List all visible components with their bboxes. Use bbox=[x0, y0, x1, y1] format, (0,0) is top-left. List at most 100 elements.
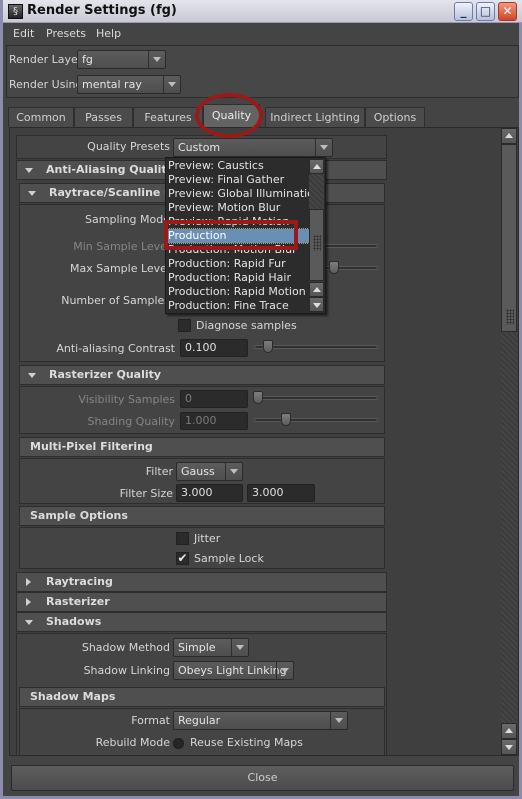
chevron-down-icon bbox=[163, 76, 180, 93]
menu-help[interactable]: Help bbox=[96, 27, 121, 40]
expanded-triangle-icon bbox=[28, 191, 36, 196]
vertical-scrollbar[interactable] bbox=[501, 128, 517, 755]
dropdown-scrollbar[interactable] bbox=[309, 159, 324, 312]
quality-presets-row: Quality Presets Custom bbox=[16, 135, 387, 159]
visibility-samples-label: Visibility Samples bbox=[78, 393, 175, 406]
collapsed-triangle-icon bbox=[26, 598, 31, 606]
menu-presets[interactable]: Presets bbox=[46, 27, 86, 40]
sample-options-panel: Jitter ✔ Sample Lock bbox=[19, 527, 385, 569]
section-sample-options: Sample Options bbox=[19, 506, 385, 526]
scroll-up-arrow-icon[interactable] bbox=[501, 723, 517, 739]
shading-quality-field[interactable]: 1.000 bbox=[180, 412, 248, 430]
shadow-method-label: Shadow Method bbox=[81, 641, 170, 654]
section-rasterizer[interactable]: Rasterizer bbox=[16, 592, 387, 612]
shadow-maps-panel: Format Regular Rebuild Mode Reuse Existi… bbox=[19, 708, 385, 755]
sampling-mode-label: Sampling Mode bbox=[85, 213, 170, 226]
rasterizer-quality-panel: Visibility Samples 0 Shading Quality 1.0… bbox=[19, 386, 385, 434]
shading-quality-label: Shading Quality bbox=[87, 415, 176, 428]
aa-contrast-label: Anti-aliasing Contrast bbox=[56, 342, 175, 355]
title-bar[interactable]: § Render Settings (fg) _ □ ✕ bbox=[3, 0, 522, 23]
max-sample-slider-handle[interactable] bbox=[329, 261, 339, 274]
annotation-circle-quality-tab bbox=[195, 93, 263, 138]
tab-passes[interactable]: Passes bbox=[74, 107, 133, 127]
diagnose-samples-label: Diagnose samples bbox=[196, 319, 297, 332]
dropdown-option[interactable]: Preview: Global Illumination bbox=[167, 187, 309, 201]
close-button[interactable]: Close bbox=[11, 765, 514, 791]
quality-presets-value: Custom bbox=[178, 141, 221, 154]
dropdown-option[interactable]: Preview: Motion Blur bbox=[167, 201, 309, 215]
dropdown-option[interactable]: Production: Rapid Motion bbox=[167, 285, 309, 299]
section-rasterizer-quality[interactable]: Rasterizer Quality bbox=[19, 365, 385, 385]
render-layer-value: fg bbox=[82, 53, 93, 66]
render-settings-window: § Render Settings (fg) _ □ ✕ Edit Preset… bbox=[0, 0, 522, 799]
shadow-linking-select[interactable]: Obeys Light Linking bbox=[173, 661, 294, 680]
scroll-up-arrow-icon[interactable] bbox=[309, 159, 324, 174]
tab-common[interactable]: Common bbox=[8, 107, 74, 127]
close-window-button[interactable]: ✕ bbox=[498, 2, 517, 21]
sample-lock-label: Sample Lock bbox=[194, 552, 264, 565]
jitter-checkbox[interactable] bbox=[176, 532, 189, 545]
render-using-select[interactable]: mental ray bbox=[77, 75, 181, 94]
scrollbar-thumb[interactable] bbox=[501, 144, 517, 332]
render-layer-label: Render Layer bbox=[9, 53, 83, 66]
dropdown-scroll-track[interactable] bbox=[309, 174, 324, 209]
format-value: Regular bbox=[178, 714, 221, 727]
chevron-down-icon bbox=[276, 662, 293, 679]
tab-options[interactable]: Options bbox=[365, 107, 425, 127]
grip-icon bbox=[506, 309, 514, 325]
min-sample-slider[interactable] bbox=[320, 244, 378, 248]
filter-size-y-field[interactable]: 3.000 bbox=[247, 484, 315, 502]
expanded-triangle-icon bbox=[25, 168, 33, 173]
visibility-samples-slider-handle[interactable] bbox=[253, 391, 263, 404]
tab-indirect-lighting[interactable]: Indirect Lighting bbox=[265, 107, 365, 127]
filter-size-label: Filter Size bbox=[119, 487, 173, 500]
dropdown-option[interactable]: Production: Rapid Hair bbox=[167, 271, 309, 285]
scroll-up-arrow-icon[interactable] bbox=[309, 282, 324, 297]
window-title: Render Settings (fg) bbox=[27, 3, 177, 18]
scroll-down-arrow-icon[interactable] bbox=[309, 297, 324, 312]
annotation-box-production-option bbox=[164, 220, 298, 250]
diagnose-samples-checkbox[interactable] bbox=[178, 319, 191, 332]
minimize-button[interactable]: _ bbox=[454, 2, 473, 21]
menu-edit[interactable]: Edit bbox=[13, 27, 34, 40]
dropdown-option[interactable]: Preview: Final Gather bbox=[167, 173, 309, 187]
maximize-button[interactable]: □ bbox=[476, 2, 495, 21]
grip-icon bbox=[313, 235, 321, 251]
section-shadows[interactable]: Shadows bbox=[16, 612, 387, 632]
render-layer-select[interactable]: fg bbox=[77, 50, 166, 69]
chevron-down-icon bbox=[148, 51, 165, 68]
tab-features[interactable]: Features bbox=[133, 107, 203, 127]
section-shadow-maps: Shadow Maps bbox=[19, 687, 385, 707]
dropdown-option[interactable]: Production: Rapid Fur bbox=[167, 257, 309, 271]
number-of-samples-label: Number of Samples bbox=[61, 294, 170, 307]
dropdown-option[interactable]: Preview: Caustics bbox=[167, 159, 309, 173]
shadow-linking-value: Obeys Light Linking bbox=[178, 664, 287, 677]
rebuild-mode-radio-reuse[interactable] bbox=[173, 738, 184, 749]
shadow-method-value: Simple bbox=[178, 641, 216, 654]
scrollbar-track[interactable] bbox=[501, 332, 517, 723]
chevron-down-icon bbox=[231, 639, 248, 656]
scroll-down-arrow-icon[interactable] bbox=[501, 739, 517, 755]
collapsed-triangle-icon bbox=[26, 578, 31, 586]
section-multi-pixel-filtering: Multi-Pixel Filtering bbox=[19, 437, 385, 457]
section-raytracing[interactable]: Raytracing bbox=[16, 572, 387, 592]
shading-quality-slider-handle[interactable] bbox=[281, 413, 291, 426]
scroll-up-arrow-icon[interactable] bbox=[501, 128, 517, 144]
rebuild-mode-reuse-label: Reuse Existing Maps bbox=[190, 736, 303, 749]
filter-select[interactable]: Gauss bbox=[176, 462, 243, 481]
quality-presets-select[interactable]: Custom bbox=[173, 138, 333, 157]
format-label: Format bbox=[131, 714, 170, 727]
visibility-samples-field[interactable]: 0 bbox=[180, 390, 248, 408]
dropdown-scroll-thumb[interactable] bbox=[309, 209, 324, 281]
shadow-method-select[interactable]: Simple bbox=[173, 638, 249, 657]
sample-lock-checkbox[interactable]: ✔ bbox=[176, 552, 189, 565]
aa-contrast-field[interactable]: 0.100 bbox=[180, 339, 248, 357]
chevron-down-icon bbox=[330, 712, 347, 729]
dropdown-option[interactable]: Production: Fine Trace bbox=[167, 299, 309, 313]
aa-contrast-slider-handle[interactable] bbox=[263, 340, 273, 353]
filter-size-x-field[interactable]: 3.000 bbox=[176, 484, 243, 502]
shadows-panel: Shadow Method Simple Shadow Linking Obey… bbox=[16, 633, 387, 755]
visibility-samples-slider[interactable] bbox=[254, 396, 378, 400]
format-select[interactable]: Regular bbox=[173, 711, 348, 730]
shading-quality-slider[interactable] bbox=[254, 418, 378, 422]
